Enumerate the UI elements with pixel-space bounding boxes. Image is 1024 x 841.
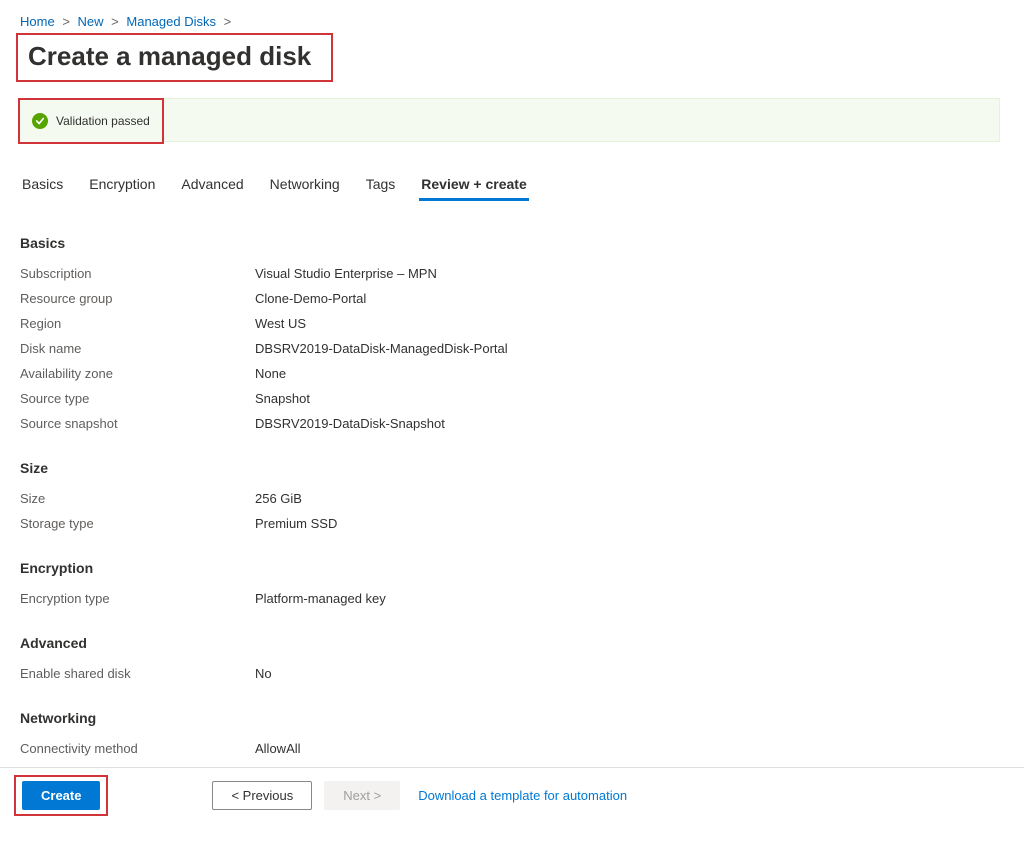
label-availability-zone: Availability zone	[20, 366, 255, 381]
value-source-type: Snapshot	[255, 391, 310, 406]
value-disk-name: DBSRV2019-DataDisk-ManagedDisk-Portal	[255, 341, 508, 356]
tab-advanced[interactable]: Advanced	[179, 170, 245, 201]
value-connectivity-method: AllowAll	[255, 741, 301, 756]
label-region: Region	[20, 316, 255, 331]
label-connectivity-method: Connectivity method	[20, 741, 255, 756]
breadcrumb-managed-disks[interactable]: Managed Disks	[126, 14, 216, 29]
value-size: 256 GiB	[255, 491, 302, 506]
value-enable-shared-disk: No	[255, 666, 272, 681]
value-source-snapshot: DBSRV2019-DataDisk-Snapshot	[255, 416, 445, 431]
value-availability-zone: None	[255, 366, 286, 381]
label-storage-type: Storage type	[20, 516, 255, 531]
label-disk-name: Disk name	[20, 341, 255, 356]
label-size: Size	[20, 491, 255, 506]
tab-bar: Basics Encryption Advanced Networking Ta…	[0, 142, 1024, 201]
tab-tags[interactable]: Tags	[364, 170, 398, 201]
section-basics-title: Basics	[20, 235, 1004, 251]
create-button[interactable]: Create	[22, 781, 100, 810]
tab-networking[interactable]: Networking	[268, 170, 342, 201]
section-encryption-title: Encryption	[20, 560, 1004, 576]
breadcrumb: Home > New > Managed Disks >	[0, 0, 1024, 35]
check-circle-icon	[32, 113, 48, 129]
next-button: Next >	[324, 781, 400, 810]
footer-action-bar: Create < Previous Next > Download a temp…	[0, 767, 1024, 823]
label-enable-shared-disk: Enable shared disk	[20, 666, 255, 681]
label-source-type: Source type	[20, 391, 255, 406]
section-size-title: Size	[20, 460, 1004, 476]
tab-review-create[interactable]: Review + create	[419, 170, 528, 201]
previous-button[interactable]: < Previous	[212, 781, 312, 810]
label-subscription: Subscription	[20, 266, 255, 281]
chevron-right-icon: >	[111, 14, 119, 29]
breadcrumb-new[interactable]: New	[78, 14, 104, 29]
review-content: Basics SubscriptionVisual Studio Enterpr…	[0, 201, 1024, 841]
tab-basics[interactable]: Basics	[20, 170, 65, 201]
value-resource-group: Clone-Demo-Portal	[255, 291, 366, 306]
chevron-right-icon: >	[224, 14, 232, 29]
breadcrumb-home[interactable]: Home	[20, 14, 55, 29]
chevron-right-icon: >	[62, 14, 70, 29]
section-advanced-title: Advanced	[20, 635, 1004, 651]
label-encryption-type: Encryption type	[20, 591, 255, 606]
value-region: West US	[255, 316, 306, 331]
value-subscription: Visual Studio Enterprise – MPN	[255, 266, 437, 281]
label-resource-group: Resource group	[20, 291, 255, 306]
value-storage-type: Premium SSD	[255, 516, 337, 531]
label-source-snapshot: Source snapshot	[20, 416, 255, 431]
tab-encryption[interactable]: Encryption	[87, 170, 157, 201]
page-title: Create a managed disk	[22, 35, 321, 80]
value-encryption-type: Platform-managed key	[255, 591, 386, 606]
validation-status: Validation passed	[56, 114, 150, 128]
section-networking-title: Networking	[20, 710, 1004, 726]
download-template-link[interactable]: Download a template for automation	[418, 788, 627, 803]
